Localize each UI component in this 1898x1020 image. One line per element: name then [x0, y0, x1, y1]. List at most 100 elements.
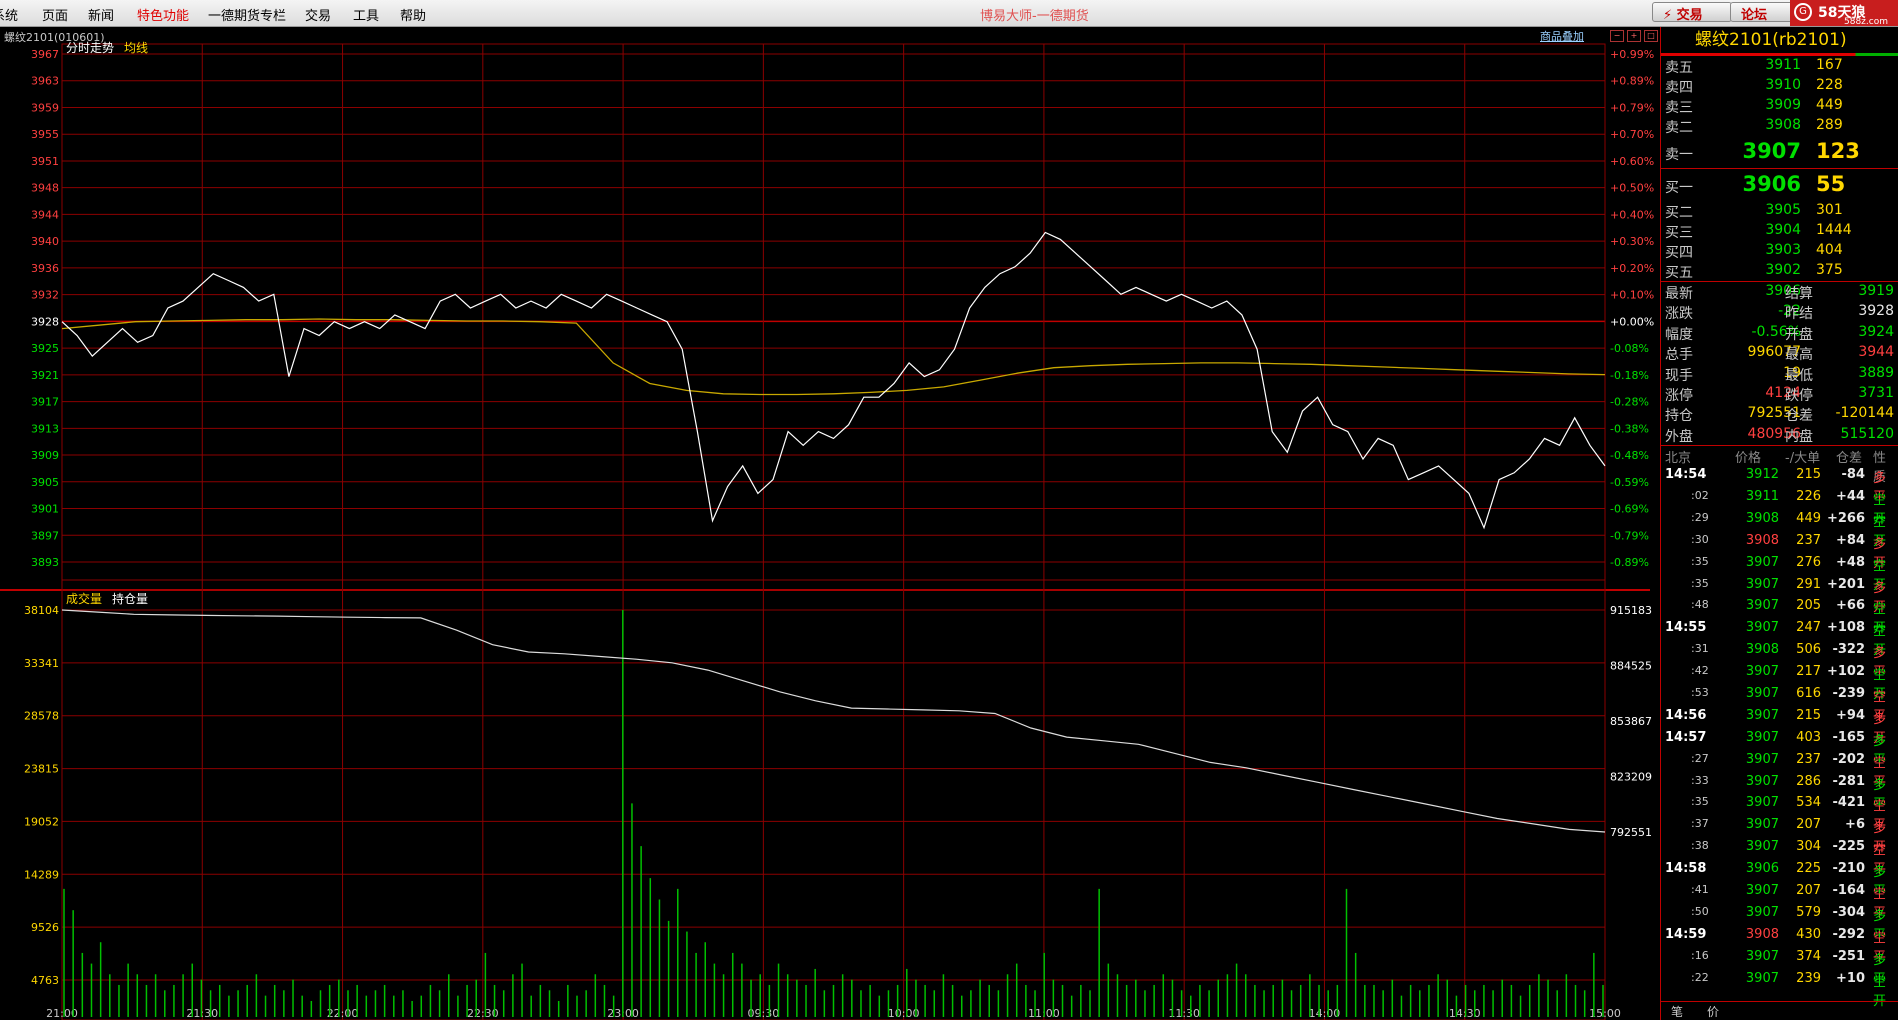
avg-price-line: [61, 318, 1606, 396]
tick-time: :48: [1691, 598, 1709, 612]
stat-label: 外盘: [1665, 428, 1693, 445]
bid-row[interactable]: 买四 3903 404: [1661, 241, 1898, 261]
menu-page[interactable]: 页面: [42, 5, 68, 24]
ask-row[interactable]: 卖一 3907 123: [1661, 136, 1898, 168]
stat-label: 内盘: [1785, 428, 1813, 445]
tick-row[interactable]: :50 3907 579 -304 多平: [1661, 902, 1898, 943]
tick-volume: 226: [1796, 489, 1821, 505]
tick-row[interactable]: :30 3908 237 +84 多开: [1661, 530, 1898, 571]
tick-row[interactable]: :35 3907 276 +48 空开: [1661, 552, 1898, 593]
tick-price: 3907: [1745, 904, 1779, 920]
tick-row[interactable]: :38 3907 304 -225 空平: [1661, 836, 1898, 877]
tick-row[interactable]: 14:57 3907 403 -165 多平: [1661, 727, 1898, 768]
tick-volume: 449: [1796, 510, 1821, 526]
quote-stats: 最新 3906 结算 3919 涨跌 -22 昨结 3928 幅度 -0.56% 开盘 3924 总手 9…: [1661, 282, 1898, 445]
pct-tick-label: +0.30%: [1610, 235, 1654, 248]
tick-time: :31: [1691, 642, 1709, 656]
tab-price[interactable]: 价: [1707, 1003, 1719, 1020]
tick-oi-change: -210: [1832, 861, 1865, 877]
tick-row[interactable]: :35 3907 291 +201 多开: [1661, 574, 1898, 615]
tick-oi-change: +94: [1836, 707, 1865, 723]
tick-row[interactable]: :16 3907 374 -251 多平: [1661, 946, 1898, 987]
menu-tools[interactable]: 工具: [353, 5, 379, 24]
tick-time: :53: [1691, 686, 1709, 700]
ask-label: 卖二: [1665, 120, 1693, 136]
menu-features[interactable]: 特色功能: [137, 5, 189, 24]
bid-row[interactable]: 买二 3905 301: [1661, 201, 1898, 221]
tick-price: 3907: [1745, 664, 1779, 680]
pct-tick-label: +0.60%: [1610, 155, 1654, 168]
ask-book: 卖五 3911 167 卖四 3910 228 卖三 3909 449 卖二 3908 289 卖一 39…: [1661, 56, 1898, 168]
tick-row[interactable]: :33 3907 286 -281 多平: [1661, 771, 1898, 812]
bid-price: 3902: [1765, 262, 1801, 278]
tick-row[interactable]: 14:59 3908 430 -292 空平: [1661, 924, 1898, 965]
tick-row[interactable]: :35 3907 534 -421 空平: [1661, 792, 1898, 833]
price-tick-label: 3909: [31, 449, 59, 462]
tick-row[interactable]: 14:55 3907 247 +108 空开: [1661, 617, 1898, 658]
ask-volume: 289: [1816, 117, 1843, 133]
bid-row[interactable]: 买五 3902 375: [1661, 261, 1898, 281]
tick-row[interactable]: 14:54 3912 215 -84 多平: [1661, 464, 1898, 505]
bottom-tabs: 笔 价: [1661, 1001, 1898, 1020]
price-tick-label: 3959: [31, 101, 59, 114]
tick-price: 3912: [1745, 467, 1779, 483]
tick-price: 3907: [1745, 883, 1779, 899]
tick-volume: 616: [1796, 686, 1821, 702]
menu-help[interactable]: 帮助: [400, 5, 426, 24]
tick-row[interactable]: :31 3908 506 -322 多平: [1661, 639, 1898, 680]
price-tick-label: 3921: [31, 369, 59, 382]
time-tick-label: 09:30: [748, 1007, 780, 1020]
oi-line: [61, 609, 1606, 833]
tick-volume: 403: [1796, 729, 1821, 745]
ask-row[interactable]: 卖四 3910 228: [1661, 76, 1898, 96]
tick-time: 14:59: [1665, 926, 1707, 942]
tick-row[interactable]: :37 3907 207 +6 多开: [1661, 814, 1898, 855]
bid-row[interactable]: 买三 3904 1444: [1661, 221, 1898, 241]
tick-row[interactable]: :53 3907 616 -239 空平: [1661, 683, 1898, 724]
tick-row[interactable]: :22 3907 239 +10 空开: [1661, 968, 1898, 1009]
oi-tick-label: 853867: [1610, 715, 1652, 728]
intraday-chart[interactable]: 3967 +0.99% 3963 +0.89% 3959 +0.79% 3955 +0.70%…: [0, 27, 1660, 1020]
tick-list[interactable]: 14:54 3912 215 -84 多平:02 3911 226 +44 空开:29 3908 4…: [1661, 464, 1898, 1009]
menu-trade[interactable]: 交易: [305, 5, 331, 24]
tick-row[interactable]: :02 3911 226 +44 空开: [1661, 486, 1898, 527]
tick-price: 3907: [1745, 729, 1779, 745]
oi-tick-label: 823209: [1610, 771, 1652, 784]
tab-ticks[interactable]: 笔: [1671, 1003, 1683, 1020]
tick-price: 3907: [1745, 620, 1779, 636]
tick-oi-change: -239: [1832, 686, 1865, 702]
tick-row[interactable]: :48 3907 205 +66 空开: [1661, 595, 1898, 636]
tick-volume: 430: [1796, 926, 1821, 942]
menu-broker-column[interactable]: 一德期货专栏: [208, 5, 286, 24]
tick-volume: 534: [1796, 795, 1821, 811]
trade-button[interactable]: ⚡ 交易: [1652, 2, 1732, 23]
price-line: [61, 231, 1606, 530]
ask-price: 3909: [1765, 97, 1801, 113]
tick-oi-change: +84: [1836, 532, 1865, 548]
ask-row[interactable]: 卖三 3909 449: [1661, 96, 1898, 116]
ask-label: 卖三: [1665, 100, 1693, 116]
ask-row[interactable]: 卖二 3908 289: [1661, 116, 1898, 136]
price-tick-label: 3963: [31, 75, 59, 88]
pct-tick-label: -0.59%: [1610, 476, 1649, 489]
tick-row[interactable]: :27 3907 237 -202 空平: [1661, 749, 1898, 790]
stat-label: 仓差: [1785, 408, 1813, 425]
bid-row[interactable]: 买一 3906 55: [1661, 169, 1898, 201]
tick-row[interactable]: 14:56 3907 215 +94 多开: [1661, 705, 1898, 746]
menu-system[interactable]: 系统: [0, 5, 18, 24]
ask-volume: 167: [1816, 57, 1843, 73]
stat-row: 现手 19 最低 3889: [1661, 364, 1898, 384]
menu-news[interactable]: 新闻: [88, 5, 114, 24]
tick-row[interactable]: :41 3907 207 -164 空平: [1661, 880, 1898, 921]
tick-time: :38: [1691, 839, 1709, 853]
volume-tick-label: 9526: [31, 921, 59, 934]
bid-label: 买二: [1665, 205, 1693, 221]
ask-row[interactable]: 卖五 3911 167: [1661, 56, 1898, 76]
tick-row[interactable]: :42 3907 217 +102 空开: [1661, 661, 1898, 702]
tick-row[interactable]: :29 3908 449 +266 空开: [1661, 508, 1898, 549]
bid-label: 买一: [1665, 180, 1693, 196]
price-tick-label: 3897: [31, 529, 59, 542]
tick-row[interactable]: 14:58 3906 225 -210 多平: [1661, 858, 1898, 899]
tick-time: :35: [1691, 554, 1709, 568]
tick-volume: 207: [1796, 883, 1821, 899]
